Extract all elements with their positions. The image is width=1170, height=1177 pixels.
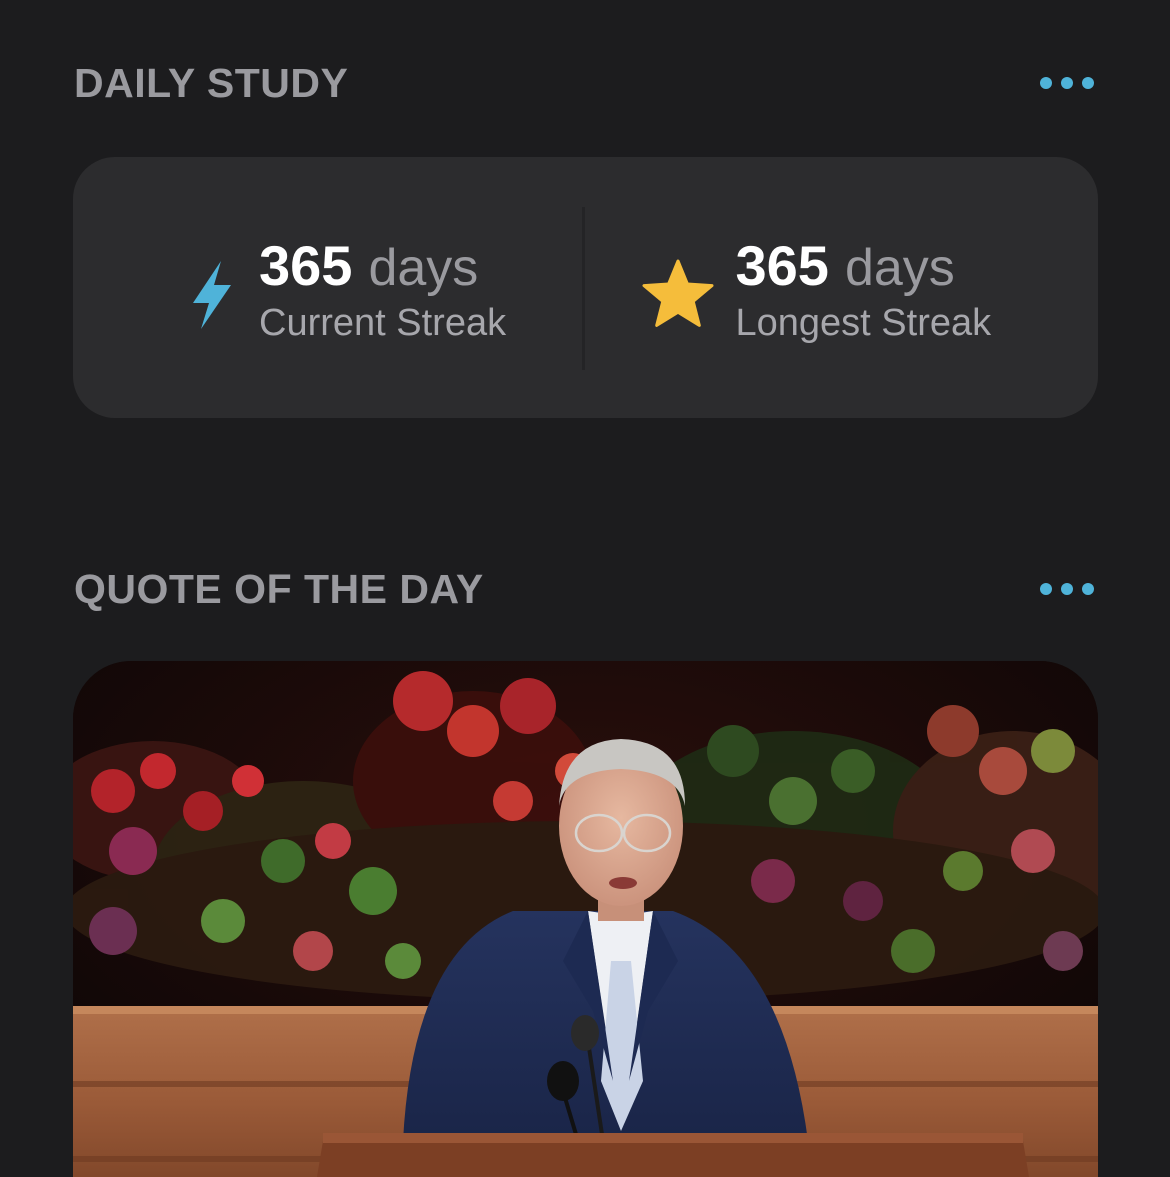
longest-streak-text: 365 days Longest Streak — [735, 234, 992, 344]
more-dot — [1061, 583, 1073, 595]
more-dot — [1082, 583, 1094, 595]
current-streak-number: 365 — [259, 234, 353, 297]
quote-of-the-day-title: QUOTE OF THE DAY — [74, 565, 484, 612]
current-streak-panel[interactable]: 365 days Current Streak — [73, 157, 586, 418]
lightning-bolt-icon — [185, 259, 237, 331]
current-streak-text: 365 days Current Streak — [259, 234, 507, 344]
longest-streak: 365 days Longest Streak — [640, 234, 992, 344]
star-icon — [640, 257, 716, 329]
longest-streak-label: Longest Streak — [735, 302, 992, 344]
longest-streak-value: 365 days — [735, 234, 992, 298]
streak-card[interactable]: 365 days Current Streak 365 days Longest… — [73, 157, 1098, 418]
daily-study-header: DAILY STUDY — [74, 53, 1096, 113]
quote-more-button[interactable] — [1034, 573, 1100, 605]
current-streak-label: Current Streak — [259, 302, 507, 344]
more-horizontal-icon — [1040, 77, 1052, 89]
longest-streak-number: 365 — [735, 234, 829, 297]
speaker-at-pulpit-photo — [73, 661, 1098, 1177]
more-dot — [1082, 77, 1094, 89]
daily-study-more-button[interactable] — [1034, 67, 1100, 99]
more-dot — [1061, 77, 1073, 89]
quote-header: QUOTE OF THE DAY — [74, 559, 1096, 619]
current-streak-unit: days — [368, 239, 479, 297]
current-streak-value: 365 days — [259, 234, 506, 298]
daily-study-title: DAILY STUDY — [74, 59, 349, 106]
more-horizontal-icon — [1040, 583, 1052, 595]
home-screen: DAILY STUDY 365 days Current Streak 365 … — [0, 0, 1170, 1177]
longest-streak-panel[interactable]: 365 days Longest Streak — [586, 157, 1099, 418]
current-streak: 365 days Current Streak — [185, 235, 506, 343]
longest-streak-unit: days — [844, 239, 955, 297]
quote-card[interactable] — [73, 661, 1098, 1177]
